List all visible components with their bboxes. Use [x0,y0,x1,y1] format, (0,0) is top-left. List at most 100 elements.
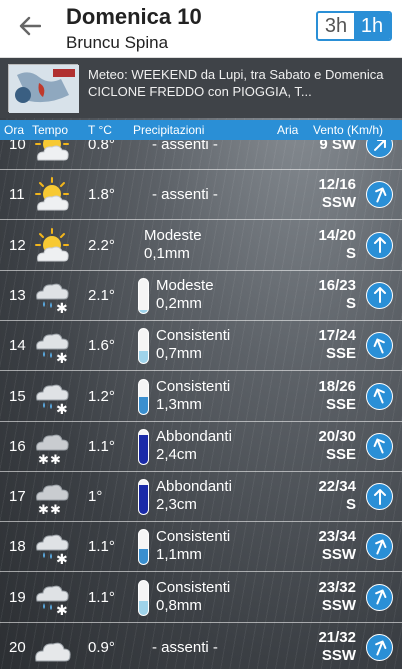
precipitation-gauge [138,479,149,516]
precipitation-label: Consistenti [156,377,231,395]
precipitation: Consistenti 1,3mm [156,378,230,414]
rain-snow-icon: ✱ [32,528,72,568]
precipitation-amount: 0,1mm [144,244,190,262]
wind: 9 SW [319,140,356,154]
hour-row[interactable]: 17 ✱ ✱ 1° Abbondanti 2,3cm 22/34 S [0,472,402,523]
svg-text:✱: ✱ [38,503,49,516]
hour-row[interactable]: 16 ✱ ✱ 1.1° Abbondanti 2,4cm 20/30 SSE [0,422,402,472]
precipitation: - assenti - [152,186,218,204]
hour-label: 11 [9,186,25,204]
hour-row[interactable]: 10 0.8° - assenti - 9 SW [0,140,402,170]
temperature: 0.8° [88,140,115,153]
hour-label: 12 [9,236,26,254]
wind-arrow-icon[interactable] [366,382,393,410]
wind-direction: SSE [325,345,356,363]
precipitation-label: - assenti - [152,639,218,656]
wind-arrow-icon[interactable] [366,483,393,511]
col-ora: Ora [4,123,25,137]
news-banner[interactable]: Meteo: WEEKEND da Lupi, tra Sabato e Dom… [0,58,402,118]
wind-arrow-icon[interactable] [366,140,393,158]
wind-arrow-icon[interactable] [366,634,393,661]
hour-row[interactable]: 19 ✱ 1.1° Consistenti 0,8mm 23/32 SSW [0,573,402,623]
temperature: 0.9° [88,639,115,656]
precipitation-gauge [138,378,149,415]
precipitation-gauge [138,529,149,566]
precipitation-gauge [138,428,149,465]
wind-arrow-icon[interactable] [366,181,393,209]
svg-text:✱: ✱ [56,552,68,566]
precipitation-label: - assenti - [152,186,218,204]
precipitation-label: Consistenti [156,528,231,546]
precipitation: Consistenti 1,1mm [156,528,230,564]
temperature: 2.1° [88,286,115,304]
hour-label: 13 [9,286,26,304]
precipitation-gauge [138,277,149,314]
precipitation: Consistenti 0,7mm [156,327,230,363]
wind-direction: SSE [325,395,356,413]
hour-label: 10 [9,140,26,153]
wind-speed: 21/32 [318,629,356,646]
wind-direction: SSW [321,596,356,614]
rain-snow-icon: ✱ [32,327,72,367]
hour-row[interactable]: 15 ✱ 1.2° Consistenti 1,3mm 18/26 SSE [0,372,402,422]
precipitation-amount: 0,7mm [156,345,202,363]
hour-row[interactable]: 14 ✱ 1.6° Consistenti 0,7mm 17/24 SSE [0,321,402,372]
hour-row[interactable]: 12 2.2° Modeste 0,1mm 14/20 S [0,221,402,271]
svg-text:✱: ✱ [38,453,49,466]
wind-direction: SSW [321,546,356,564]
precipitation-amount: 2,4cm [156,445,197,463]
toggle-1h[interactable]: 1h [354,13,390,39]
precipitation: Abbondanti 2,3cm [156,478,232,514]
hour-label: 17 [9,488,26,506]
temperature: 1.8° [88,186,115,204]
precipitation-amount: 1,1mm [156,546,202,564]
hour-label: 15 [9,387,26,405]
wind-speed: 23/34 [318,528,356,546]
wind-speed: 16/23 [318,276,356,294]
wind-direction: S [345,294,356,312]
hour-row[interactable]: 20 0.9° - assenti - 21/32 SSW [0,623,402,669]
hour-label: 18 [9,538,26,556]
temperature: 1.6° [88,337,115,355]
toggle-3h[interactable]: 3h [318,13,354,39]
precipitation-label: Consistenti [156,327,231,345]
wind-direction: SSE [325,445,356,463]
wind-speed: 17/24 [318,327,356,345]
page-title: Domenica 10 [66,4,202,29]
col-tempo: Tempo [32,123,69,137]
wind: 16/23 S [318,277,356,313]
precipitation: - assenti - [152,639,218,657]
precipitation: Consistenti 0,8mm [156,579,230,615]
snow-icon: ✱ ✱ [32,478,72,518]
col-prec: Precipitazioni [133,123,205,137]
svg-text:✱: ✱ [50,453,61,466]
back-arrow-icon [19,16,41,36]
hour-row[interactable]: 11 1.8° - assenti - 12/16 SSW [0,170,402,221]
wind-arrow-icon[interactable] [366,231,393,259]
wind-speed: 22/34 [318,478,356,496]
hour-row[interactable]: 13 ✱ 2.1° Modeste 0,2mm 16/23 S [0,271,402,321]
wind-arrow-icon[interactable] [366,533,393,561]
cloud-icon [32,629,72,667]
wind-arrow-icon[interactable] [366,281,393,309]
sun-cloud-icon [32,176,72,214]
sun-cloud-icon [32,227,72,265]
news-headline: Meteo: WEEKEND da Lupi, tra Sabato e Dom… [88,67,384,99]
wind: 20/30 SSE [318,428,356,464]
wind-arrow-icon[interactable] [366,332,393,360]
col-temp: T °C [88,123,112,137]
wind-arrow-icon[interactable] [366,583,393,611]
interval-toggle: 3h 1h [316,11,392,41]
hour-row[interactable]: 18 ✱ 1.1° Consistenti 1,1mm 23/34 SSW [0,522,402,573]
temperature: 1.1° [88,538,115,556]
temperature: 2.2° [88,236,115,254]
back-button[interactable] [14,12,46,40]
wind-arrow-icon[interactable] [366,432,393,460]
wind-direction: S [345,496,356,514]
wind-speed: 20/30 [318,427,356,445]
hourly-list: 10 0.8° - assenti - 9 SW 11 1.8° - assenti - 12… [0,140,402,669]
precipitation-label: - assenti - [152,140,218,153]
wind-direction: S [345,244,356,262]
snow-icon: ✱ ✱ [32,428,72,468]
wind-speed: 18/26 [318,377,356,395]
